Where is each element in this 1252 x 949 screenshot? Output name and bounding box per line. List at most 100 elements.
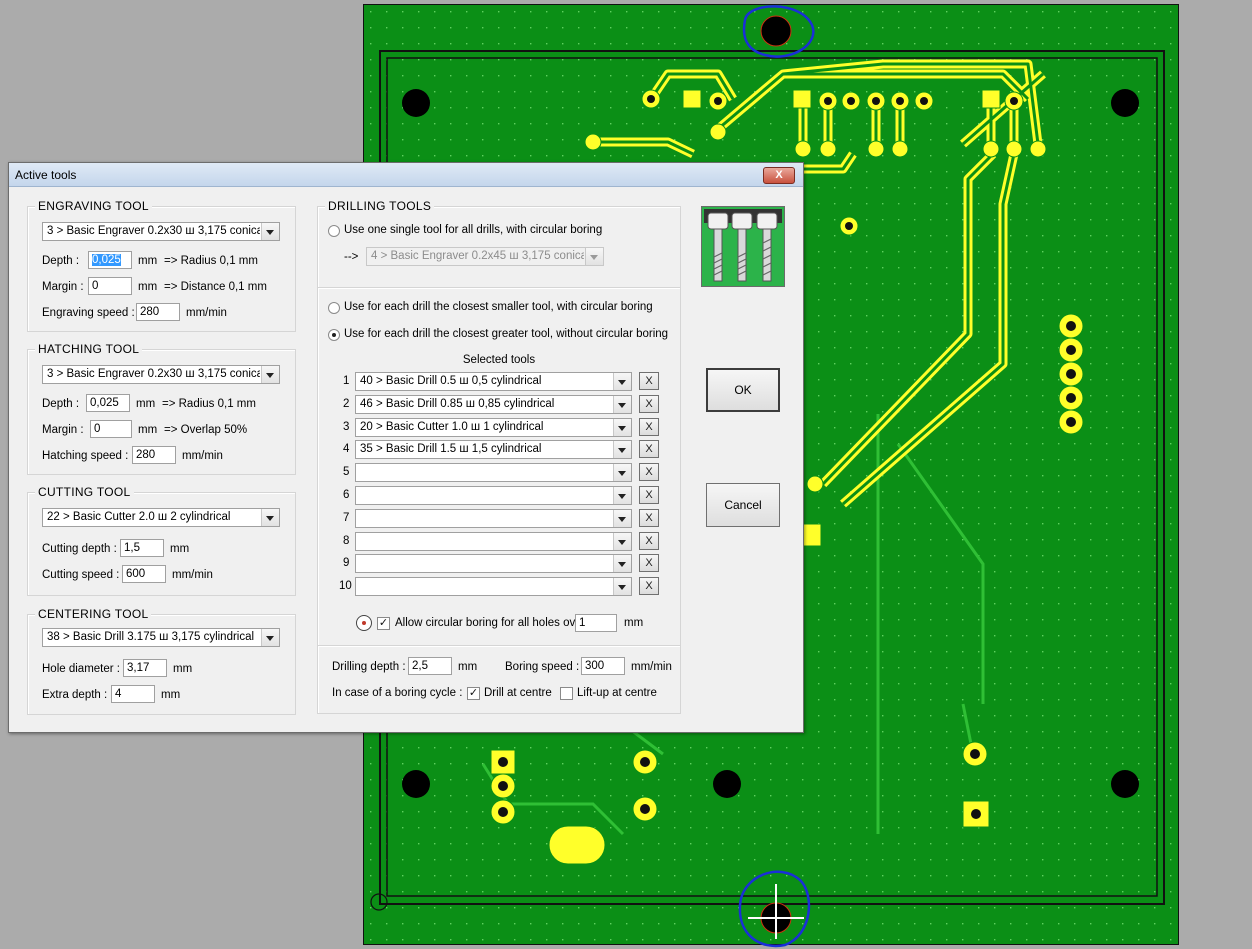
chevron-down-icon[interactable] bbox=[613, 418, 631, 436]
tool-row-clear-button[interactable]: X bbox=[639, 372, 659, 390]
tool-row-number: 2 bbox=[343, 397, 350, 410]
tool-row-select[interactable] bbox=[355, 486, 632, 505]
circular-boring-threshold-input[interactable]: 1 bbox=[575, 614, 617, 632]
engraving-speed-label: Engraving speed : bbox=[42, 307, 135, 319]
tool-row-clear-button[interactable]: X bbox=[639, 531, 659, 550]
engraving-speed-unit: mm/min bbox=[186, 307, 227, 319]
chevron-down-icon[interactable] bbox=[261, 509, 279, 526]
tool-row-select[interactable]: 40 > Basic Drill 0.5 ш 0,5 cylindrical bbox=[355, 372, 632, 391]
chevron-down-icon[interactable] bbox=[613, 395, 631, 413]
tool-row-clear-button[interactable]: X bbox=[639, 394, 659, 413]
hatching-speed-input[interactable]: 280 bbox=[132, 446, 176, 464]
tool-row-clear-button[interactable]: X bbox=[639, 577, 659, 596]
radio-closest-smaller[interactable] bbox=[328, 302, 340, 314]
tool-row-clear-button[interactable]: X bbox=[639, 486, 659, 504]
engraving-tool-value: 3 > Basic Engraver 0.2x30 ш 3,175 conica… bbox=[47, 225, 260, 237]
close-button[interactable]: X bbox=[763, 167, 795, 184]
hatching-depth-unit: mm bbox=[136, 398, 156, 410]
tool-row-select[interactable]: 35 > Basic Drill 1.5 ш 1,5 cylindrical bbox=[355, 440, 632, 460]
hole-diameter-input[interactable]: 3,17 bbox=[123, 659, 167, 677]
tool-row-clear-button[interactable]: X bbox=[639, 417, 659, 436]
single-tool-value: 4 > Basic Engraver 0.2x45 ш 3,175 conica… bbox=[371, 250, 584, 262]
tool-row-select[interactable] bbox=[355, 577, 632, 597]
tool-row-clear-button[interactable]: X bbox=[639, 554, 659, 573]
engraving-speed-input[interactable]: 280 bbox=[136, 303, 180, 321]
radio-single-tool[interactable] bbox=[328, 225, 340, 237]
liftup-at-centre-label: Lift-up at centre bbox=[577, 687, 657, 699]
centering-tool-value: 38 > Basic Drill 3.175 ш 3,175 cylindric… bbox=[47, 631, 255, 643]
cutting-tool-select[interactable]: 22 > Basic Cutter 2.0 ш 2 cylindrical bbox=[42, 508, 280, 527]
tool-row-value: 20 > Basic Cutter 1.0 ш 1 cylindrical bbox=[360, 420, 544, 433]
chevron-down-icon[interactable] bbox=[261, 223, 279, 240]
chevron-down-icon[interactable] bbox=[261, 629, 279, 646]
chevron-down-icon[interactable] bbox=[613, 509, 631, 527]
cutting-speed-input[interactable]: 600 bbox=[122, 565, 166, 583]
chevron-down-icon[interactable] bbox=[613, 487, 631, 504]
radio-closest-greater[interactable] bbox=[328, 329, 340, 341]
single-tool-select: 4 > Basic Engraver 0.2x45 ш 3,175 conica… bbox=[366, 247, 604, 266]
ok-button[interactable]: OK bbox=[706, 368, 780, 412]
tool-row-select[interactable] bbox=[355, 554, 632, 574]
tool-row-number: 9 bbox=[343, 557, 350, 570]
boring-speed-input[interactable]: 300 bbox=[581, 657, 625, 675]
engraving-margin-input[interactable]: 0 bbox=[88, 277, 132, 295]
chevron-down-icon[interactable] bbox=[613, 578, 631, 596]
tool-row-select[interactable]: 20 > Basic Cutter 1.0 ш 1 cylindrical bbox=[355, 417, 632, 437]
chevron-down-icon bbox=[585, 248, 603, 265]
drill-at-centre-checkbox[interactable]: ✓ bbox=[467, 687, 480, 700]
engraving-depth-label: Depth : bbox=[42, 255, 80, 267]
arrow-label: --> bbox=[344, 251, 359, 263]
hatching-overlap-note: => Overlap 50% bbox=[164, 424, 248, 436]
cutting-depth-input[interactable]: 1,5 bbox=[120, 539, 164, 557]
single-tool-option-label: Use one single tool for all drills, with… bbox=[344, 224, 603, 236]
tool-row-value: 46 > Basic Drill 0.85 ш 0,85 cylindrical bbox=[360, 397, 555, 410]
chevron-down-icon[interactable] bbox=[261, 366, 279, 383]
tool-row-select[interactable] bbox=[355, 508, 632, 528]
boring-speed-label: Boring speed : bbox=[505, 661, 580, 673]
centering-tool-select[interactable]: 38 > Basic Drill 3.175 ш 3,175 cylindric… bbox=[42, 628, 280, 647]
chevron-down-icon[interactable] bbox=[613, 464, 631, 482]
tool-row-clear-button[interactable]: X bbox=[639, 463, 659, 482]
engraving-distance-note: => Distance 0,1 mm bbox=[164, 281, 267, 293]
allow-circular-boring-checkbox[interactable]: ✓ bbox=[377, 617, 390, 630]
engraving-depth-input[interactable]: 0,025 bbox=[88, 251, 132, 269]
allow-circular-boring-label: Allow circular boring for all holes over bbox=[395, 617, 586, 629]
hatching-tool-group: HATCHING TOOL 3 > Basic Engraver 0.2x30 … bbox=[27, 342, 296, 475]
hatching-tool-value: 3 > Basic Engraver 0.2x30 ш 3,175 conica… bbox=[47, 368, 260, 380]
engraving-tool-select[interactable]: 3 > Basic Engraver 0.2x30 ш 3,175 conica… bbox=[42, 222, 280, 241]
tool-row-select[interactable]: 46 > Basic Drill 0.85 ш 0,85 cylindrical bbox=[355, 394, 632, 414]
drilling-depth-input[interactable]: 2,5 bbox=[408, 657, 452, 675]
liftup-at-centre-checkbox[interactable] bbox=[560, 687, 573, 700]
cutting-speed-label: Cutting speed : bbox=[42, 569, 120, 581]
tool-row-number: 5 bbox=[343, 466, 350, 479]
drilling-options-group: Use for each drill the closest smaller t… bbox=[317, 287, 681, 646]
tool-row-select[interactable] bbox=[355, 463, 632, 483]
chevron-down-icon[interactable] bbox=[613, 441, 631, 459]
tool-row-number: 8 bbox=[343, 534, 350, 547]
tool-row-clear-button[interactable]: X bbox=[639, 440, 659, 459]
drilling-title: DRILLING TOOLS bbox=[325, 199, 435, 213]
hatching-radius-note: => Radius 0,1 mm bbox=[162, 398, 256, 410]
chevron-down-icon[interactable] bbox=[613, 532, 631, 550]
engraving-depth-unit: mm bbox=[138, 255, 158, 267]
active-tools-dialog: Active tools X ENGRAVING TOOL 3 > Basic … bbox=[8, 162, 804, 733]
extra-depth-unit: mm bbox=[161, 689, 181, 701]
hatching-tool-select[interactable]: 3 > Basic Engraver 0.2x30 ш 3,175 conica… bbox=[42, 365, 280, 384]
hatching-depth-input[interactable]: 0,025 bbox=[86, 394, 130, 412]
cutting-speed-unit: mm/min bbox=[172, 569, 213, 581]
hatching-margin-input[interactable]: 0 bbox=[90, 420, 132, 438]
cutting-depth-unit: mm bbox=[170, 543, 190, 555]
tool-row-clear-button[interactable]: X bbox=[639, 508, 659, 527]
tool-row-select[interactable] bbox=[355, 531, 632, 551]
closest-smaller-label: Use for each drill the closest smaller t… bbox=[344, 301, 653, 313]
hatching-margin-unit: mm bbox=[138, 424, 158, 436]
chevron-down-icon[interactable] bbox=[613, 555, 631, 573]
tool-row-number: 1 bbox=[343, 375, 350, 387]
drill-bits-icon bbox=[704, 209, 782, 282]
engraving-margin-label: Margin : bbox=[42, 281, 84, 293]
hole-diameter-label: Hole diameter : bbox=[42, 663, 120, 675]
cancel-button[interactable]: Cancel bbox=[706, 483, 780, 527]
extra-depth-input[interactable]: 4 bbox=[111, 685, 155, 703]
chevron-down-icon[interactable] bbox=[613, 373, 631, 390]
drilling-tools-group: DRILLING TOOLS Use one single tool for a… bbox=[317, 199, 681, 288]
